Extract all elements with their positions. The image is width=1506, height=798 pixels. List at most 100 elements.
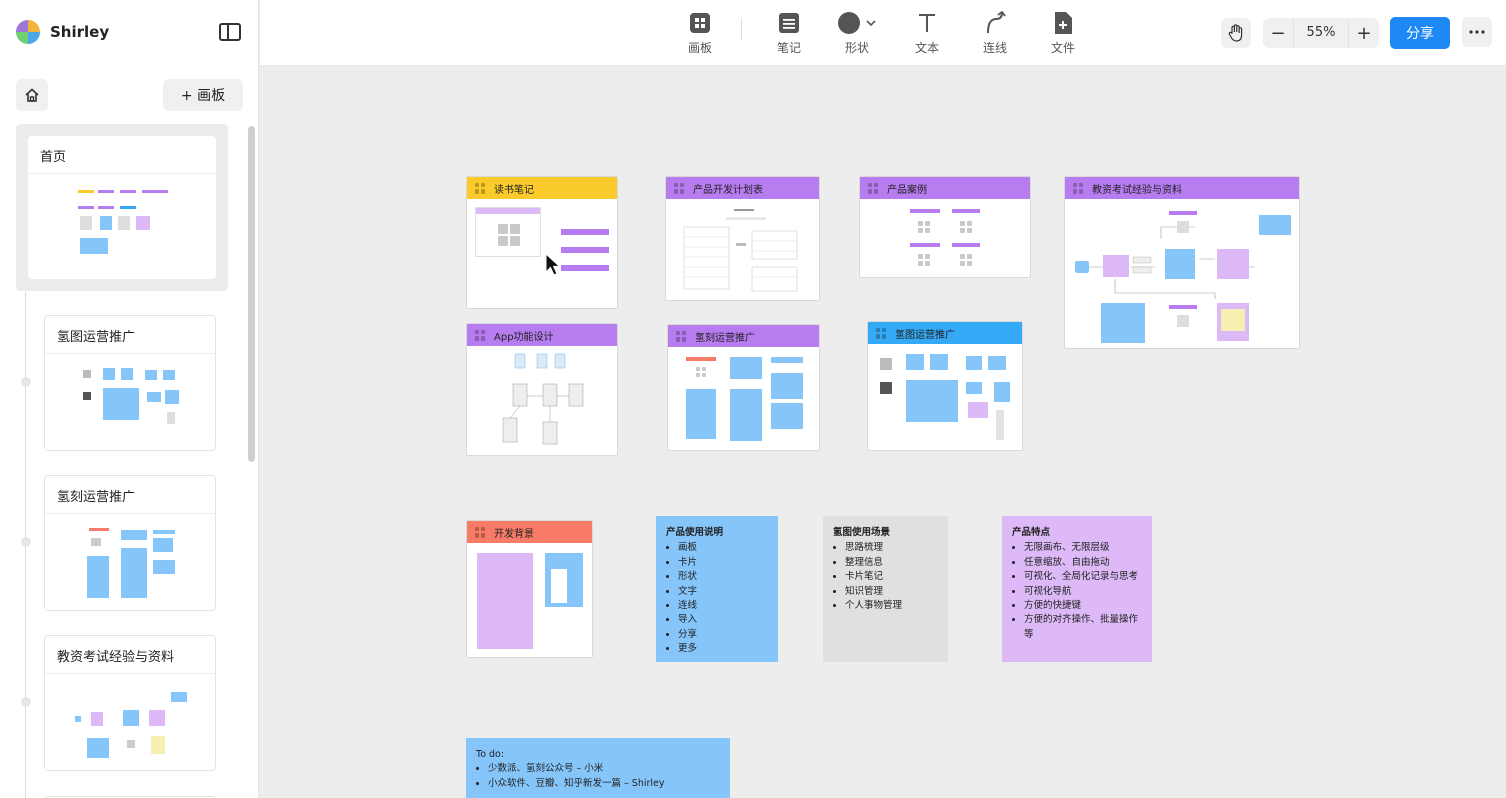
add-board-button[interactable]: + 画板 [163, 79, 243, 111]
board-header: 产品案例 [860, 177, 1030, 199]
drag-handle-icon[interactable] [1073, 182, 1084, 194]
board-header: App功能设计 [467, 324, 617, 346]
hand-tool-button[interactable] [1221, 18, 1251, 48]
zoom-out-button[interactable]: − [1263, 23, 1293, 44]
placeholder-icon [498, 224, 520, 246]
list-item: 知识管理 [845, 585, 938, 599]
board-title: 氢图运营推广 [895, 329, 955, 341]
note-list: 少数派、氢刻公众号 – 小米 小众软件、豆瓣、知乎新发一篇 – Shirley [476, 762, 720, 791]
board-title: App功能设计 [494, 331, 554, 343]
board-qingke-promotion[interactable]: 氢刻运营推广 [667, 324, 820, 451]
board-thumbnail [45, 514, 215, 614]
list-item: 方便的快捷键 [1024, 599, 1142, 613]
board-item-qingtu[interactable]: 氢图运营推广 [44, 315, 216, 451]
note-icon [779, 13, 799, 33]
board-icon [690, 13, 710, 33]
board-header: 产品开发计划表 [666, 177, 819, 199]
avatar [16, 20, 40, 44]
more-options-button[interactable] [1462, 17, 1492, 47]
note-title: 产品特点 [1012, 527, 1051, 538]
sidebar-scrollbar[interactable] [248, 126, 255, 462]
drag-handle-icon[interactable] [475, 526, 486, 538]
board-title: 教资考试经验与资料 [1092, 184, 1182, 196]
toolbar-divider [741, 18, 742, 40]
board-item-qingke[interactable]: 氢刻运营推广 [44, 475, 216, 611]
list-item: 导入 [678, 613, 768, 627]
zoom-level[interactable]: 55% [1293, 18, 1349, 48]
board-title: 读书笔记 [494, 184, 534, 196]
user-name: Shirley [50, 23, 110, 41]
board-item-home[interactable]: 首页 [16, 124, 228, 291]
note-list: 无限画布、无限层级 任意缩放、自由拖动 可视化、全局化记录与思考 可视化导航 方… [1012, 541, 1142, 642]
tool-file[interactable]: 文件 [1038, 10, 1088, 56]
user-menu[interactable]: Shirley [16, 20, 109, 44]
sidebar-toggle-icon[interactable] [219, 23, 241, 41]
tool-label: 连线 [982, 41, 1007, 55]
list-item: 小众软件、豆瓣、知乎新发一篇 – Shirley [488, 777, 720, 791]
board-header: 氢图运营推广 [868, 322, 1022, 344]
tool-shape[interactable]: 形状 [832, 10, 882, 56]
list-item: 思路梳理 [845, 541, 938, 555]
mouse-cursor-icon [545, 253, 561, 276]
board-app-design[interactable]: App功能设计 [466, 323, 618, 456]
drag-handle-icon[interactable] [674, 182, 685, 194]
board-title: 氢刻运营推广 [45, 476, 215, 514]
board-thumbnail [45, 354, 215, 454]
timeline-dot [21, 537, 31, 547]
tool-note[interactable]: 笔记 [764, 10, 814, 56]
board-product-plan[interactable]: 产品开发计划表 [665, 176, 820, 301]
drag-handle-icon[interactable] [876, 327, 887, 339]
list-item: 卡片笔记 [845, 570, 938, 584]
list-item: 更多 [678, 642, 768, 656]
share-button[interactable]: 分享 [1390, 17, 1450, 49]
board-title: 产品案例 [887, 184, 927, 196]
tool-label: 文件 [1050, 41, 1075, 55]
mindmap-preview [1075, 211, 1291, 343]
drag-handle-icon[interactable] [475, 329, 486, 341]
board-list: 首页 氢图运营推广 氢刻运营推广 教资考试经验与资料 [16, 124, 228, 798]
board-thumbnail [28, 174, 216, 274]
tool-label: 文本 [914, 41, 939, 55]
board-header: 氢刻运营推广 [668, 325, 819, 347]
board-title: 氢刻运营推广 [695, 332, 755, 344]
zoom-in-button[interactable]: + [1349, 23, 1379, 44]
board-item-jiaozi[interactable]: 教资考试经验与资料 [44, 635, 216, 771]
home-button[interactable] [16, 79, 48, 111]
list-item: 连线 [678, 599, 768, 613]
more-icon [1469, 30, 1485, 34]
list-item: 可视化、全局化记录与思考 [1024, 570, 1142, 584]
connector-icon [987, 11, 1006, 34]
note-product-usage[interactable]: 产品使用说明 画板 卡片 形状 文字 连线 导入 分享 更多 [656, 516, 778, 662]
mini-tag [561, 265, 609, 271]
tool-board[interactable]: 画板 [675, 10, 725, 56]
tool-label: 笔记 [776, 41, 801, 55]
list-item: 个人事物管理 [845, 599, 938, 613]
board-title: 氢图运营推广 [45, 316, 215, 354]
note-todo[interactable]: To do: 少数派、氢刻公众号 – 小米 小众软件、豆瓣、知乎新发一篇 – S… [466, 738, 730, 798]
tool-label: 形状 [844, 41, 869, 55]
board-dev-background[interactable]: 开发背景 [466, 520, 593, 658]
tool-connector[interactable]: 连线 [970, 10, 1020, 56]
board-reading-notes[interactable]: 读书笔记 [466, 176, 618, 309]
board-product-cases[interactable]: 产品案例 [859, 176, 1031, 278]
drag-handle-icon[interactable] [676, 330, 687, 342]
board-exam-materials[interactable]: 教资考试经验与资料 [1064, 176, 1300, 349]
board-title: 产品开发计划表 [693, 184, 763, 196]
board-thumbnail [45, 674, 215, 774]
mini-tag [561, 247, 609, 253]
board-header: 开发背景 [467, 521, 592, 543]
timeline-dot [21, 697, 31, 707]
note-product-features[interactable]: 产品特点 无限画布、无限层级 任意缩放、自由拖动 可视化、全局化记录与思考 可视… [1002, 516, 1152, 662]
drag-handle-icon[interactable] [475, 182, 486, 194]
note-usage-scenes[interactable]: 氢图使用场景 思路梳理 整理信息 卡片笔记 知识管理 个人事物管理 [823, 516, 948, 662]
board-card-home: 首页 [28, 136, 216, 279]
tool-text[interactable]: 文本 [902, 10, 952, 56]
drag-handle-icon[interactable] [868, 182, 879, 194]
board-header: 读书笔记 [467, 177, 617, 199]
note-title: 氢图使用场景 [833, 527, 891, 538]
board-qingtu-promotion[interactable]: 氢图运营推广 [867, 321, 1023, 451]
canvas[interactable]: 读书笔记 产品开发计划表 产品案例 教资考试经验与资料 App功能设计 氢刻运营… [260, 67, 1506, 798]
home-icon [25, 88, 39, 102]
list-item: 画板 [678, 541, 768, 555]
toolbar: 画板 笔记 形状 文本 连线 文件 − 55% + 分享 [260, 0, 1506, 66]
